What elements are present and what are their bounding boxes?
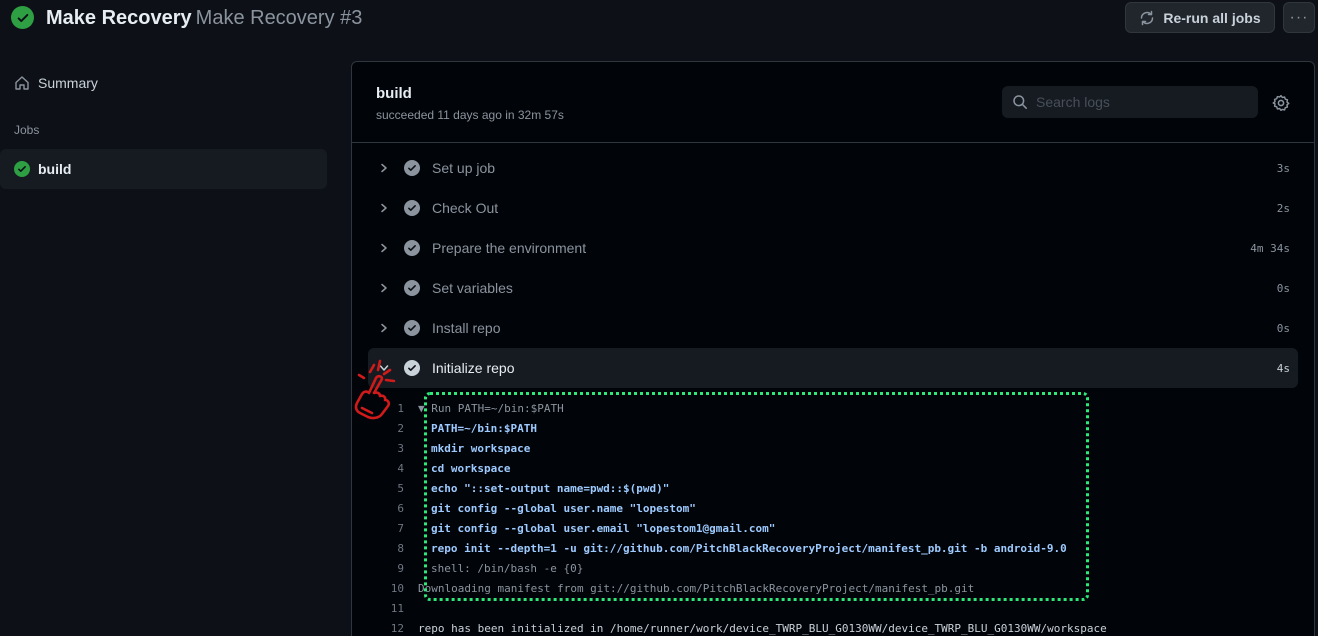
step-duration: 2s xyxy=(1276,201,1290,215)
rerun-label: Re-run all jobs xyxy=(1163,9,1261,26)
page-title: Make Recovery Make Recovery #3 xyxy=(46,6,362,30)
log-line: 4 cd workspace xyxy=(352,458,1314,478)
line-number[interactable]: 3 xyxy=(352,442,418,455)
log-line: 12 repo has been initialized in /home/run… xyxy=(352,618,1314,636)
step-check-out[interactable]: Check Out 2s xyxy=(368,188,1298,228)
check-circle-icon xyxy=(404,240,420,256)
job-status-text: succeeded 11 days ago in 32m 57s xyxy=(376,108,564,122)
check-circle-icon xyxy=(404,200,420,216)
step-log-output: 1 ▼ Run PATH=~/bin:$PATH 2 PATH=~/bin:$PAT… xyxy=(352,398,1314,636)
check-circle-icon xyxy=(404,360,420,376)
chevron-right-icon xyxy=(376,243,392,253)
search-logs-field[interactable] xyxy=(1002,86,1258,118)
line-number[interactable]: 4 xyxy=(352,462,418,475)
step-install-repo[interactable]: Install repo 0s xyxy=(368,308,1298,348)
sidebar-item-label: Summary xyxy=(38,75,98,91)
line-number[interactable]: 10 xyxy=(352,582,418,595)
rerun-all-jobs-button[interactable]: Re-run all jobs xyxy=(1125,2,1275,33)
sidebar-item-label: build xyxy=(38,161,72,177)
step-prepare-environment[interactable]: Prepare the environment 4m 34s xyxy=(368,228,1298,268)
job-log-panel: build succeeded 11 days ago in 32m 57s S… xyxy=(351,61,1315,636)
log-text: shell: /bin/bash -e {0} xyxy=(431,561,584,575)
log-line: 6 git config --global user.name "lopestom… xyxy=(352,498,1314,518)
line-number[interactable]: 9 xyxy=(352,562,418,575)
log-text: echo "::set-output name=pwd::$(pwd)" xyxy=(431,481,670,495)
line-number[interactable]: 11 xyxy=(352,602,418,615)
step-duration: 0s xyxy=(1276,281,1290,295)
log-line: 8 repo init --depth=1 -u git://github.com… xyxy=(352,538,1314,558)
log-line: 7 git config --global user.email "lopesto… xyxy=(352,518,1314,538)
log-text: git config --global user.name "lopestom" xyxy=(431,501,696,515)
line-number[interactable]: 6 xyxy=(352,502,418,515)
step-duration: 4m 34s xyxy=(1250,241,1290,255)
step-duration: 3s xyxy=(1276,161,1290,175)
log-line: 2 PATH=~/bin:$PATH xyxy=(352,418,1314,438)
check-circle-icon xyxy=(404,160,420,176)
step-duration: 0s xyxy=(1276,321,1290,335)
step-label: Set variables xyxy=(432,280,513,296)
sync-icon xyxy=(1141,10,1154,25)
log-line: 3 mkdir workspace xyxy=(352,438,1314,458)
run-header: Make Recovery Make Recovery #3 Re-run all… xyxy=(0,0,1318,36)
log-text: mkdir workspace xyxy=(431,441,531,455)
log-line: 10 Downloading manifest from git://github… xyxy=(352,578,1314,598)
step-label: Check Out xyxy=(432,200,499,216)
step-set-up-job[interactable]: Set up job 3s xyxy=(368,148,1298,188)
chevron-right-icon xyxy=(376,323,392,333)
step-set-variables[interactable]: Set variables 0s xyxy=(368,268,1298,308)
job-header: build succeeded 11 days ago in 32m 57s xyxy=(352,62,1314,143)
step-initialize-repo[interactable]: Initialize repo 4s xyxy=(368,348,1298,388)
step-label: Install repo xyxy=(432,320,501,336)
chevron-right-icon xyxy=(376,203,392,213)
search-logs-input[interactable] xyxy=(1036,94,1236,110)
log-text: cd workspace xyxy=(431,461,511,475)
step-label: Set up job xyxy=(432,160,496,176)
workflow-name: Make Recovery xyxy=(46,7,192,29)
step-duration: 4s xyxy=(1276,361,1290,375)
chevron-down-icon xyxy=(376,363,392,373)
line-number[interactable]: 8 xyxy=(352,542,418,555)
log-text: repo has been initialized in /home/runne… xyxy=(418,621,1107,635)
line-number[interactable]: 5 xyxy=(352,482,418,495)
check-circle-icon xyxy=(404,280,420,296)
check-circle-icon xyxy=(11,6,34,29)
log-text: PATH=~/bin:$PATH xyxy=(431,421,537,435)
log-line: 9 shell: /bin/bash -e {0} xyxy=(352,558,1314,578)
check-circle-icon xyxy=(404,320,420,336)
log-text: git config --global user.email "lopestom… xyxy=(431,521,776,535)
more-options-button[interactable]: ··· xyxy=(1283,2,1315,33)
job-title: build xyxy=(376,85,412,102)
chevron-right-icon xyxy=(376,163,392,173)
line-number[interactable]: 2 xyxy=(352,422,418,435)
line-number[interactable]: 12 xyxy=(352,622,418,635)
steps-list: Set up job 3s Check Out 2s Prepare the e… xyxy=(368,148,1298,388)
home-icon xyxy=(15,76,29,90)
kebab-horizontal-icon: ··· xyxy=(1289,8,1309,26)
log-line: 5 echo "::set-output name=pwd::$(pwd)" xyxy=(352,478,1314,498)
log-text: Downloading manifest from git://github.c… xyxy=(418,581,975,595)
log-group-toggle[interactable]: ▼ Run PATH=~/bin:$PATH xyxy=(418,402,564,415)
check-circle-icon xyxy=(14,161,30,177)
chevron-right-icon xyxy=(376,283,392,293)
log-line: 11 xyxy=(352,598,1314,618)
search-icon xyxy=(1013,95,1027,109)
sidebar-item-summary[interactable]: Summary xyxy=(0,68,327,98)
jobs-heading: Jobs xyxy=(14,123,40,137)
step-label: Prepare the environment xyxy=(432,240,587,256)
gear-icon[interactable] xyxy=(1272,94,1290,112)
log-line: 1 ▼ Run PATH=~/bin:$PATH xyxy=(352,398,1314,418)
sidebar-item-job-build[interactable]: build xyxy=(0,149,327,189)
log-text: repo init --depth=1 -u git://github.com/… xyxy=(431,541,1067,555)
line-number[interactable]: 1 xyxy=(352,402,418,415)
run-name: Make Recovery #3 xyxy=(195,7,363,29)
line-number[interactable]: 7 xyxy=(352,522,418,535)
step-label: Initialize repo xyxy=(432,360,515,376)
